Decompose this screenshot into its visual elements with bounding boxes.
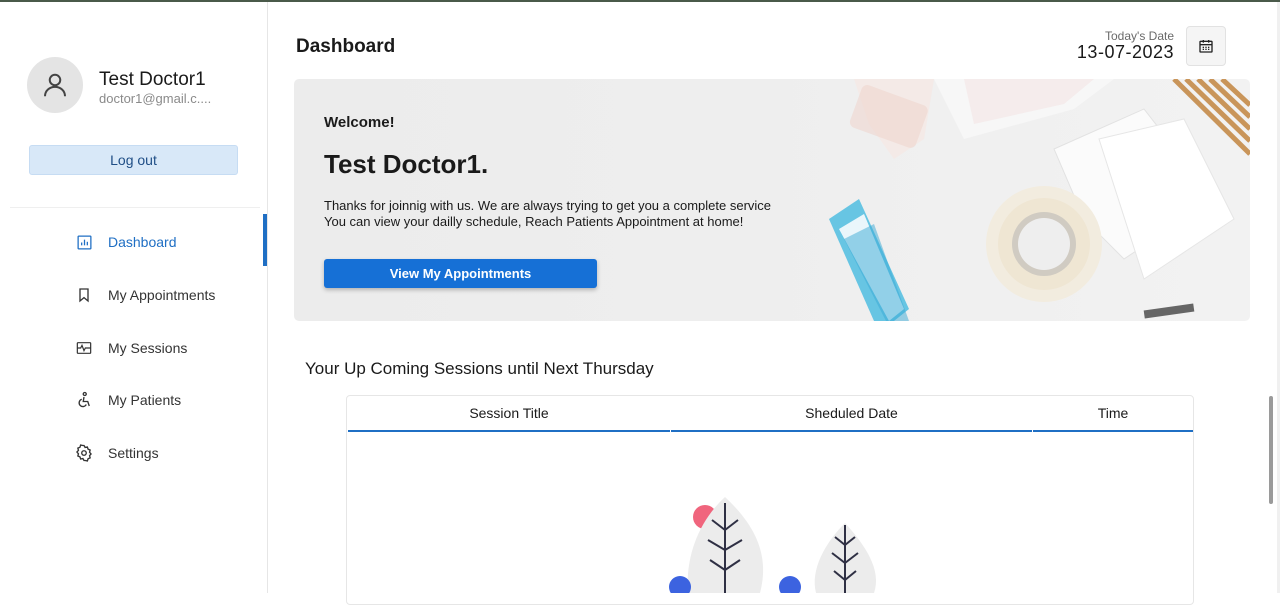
banner-message-line1: Thanks for joinnig with us. We are alway…: [324, 198, 772, 213]
column-header-scheduled-date[interactable]: Sheduled Date: [671, 396, 1032, 432]
upcoming-sessions-title: Your Up Coming Sessions until Next Thurs…: [305, 359, 654, 378]
avatar[interactable]: [27, 57, 83, 113]
sidebar-item-sessions[interactable]: My Sessions: [74, 336, 187, 360]
banner-doctor-name: Test Doctor1.: [324, 149, 489, 179]
sidebar-item-label: My Appointments: [108, 287, 216, 303]
profile-email: doctor1@gmail.c....: [99, 91, 212, 106]
accessible-icon: [74, 390, 94, 410]
banner-message-line2: You can view your dailly schedule, Reach…: [324, 214, 744, 229]
sidebar-item-label: My Sessions: [108, 340, 188, 356]
sidebar-divider: [10, 207, 260, 208]
medical-supplies-image: [829, 79, 1250, 321]
welcome-label: Welcome!: [324, 114, 395, 131]
logout-button[interactable]: Log out: [29, 145, 238, 175]
bookmark-icon: [74, 285, 94, 305]
user-icon: [44, 73, 66, 97]
sidebar: Test Doctor1 doctor1@gmail.c.... Log out…: [0, 2, 268, 593]
sidebar-item-label: Settings: [108, 445, 159, 461]
active-indicator: [263, 214, 267, 266]
date-label: Today's Date: [1105, 29, 1174, 43]
date-value: 13-07-2023: [1076, 42, 1174, 62]
calendar-button[interactable]: [1186, 26, 1226, 66]
sidebar-item-label: My Patients: [108, 392, 182, 408]
sidebar-item-label: Dashboard: [108, 234, 177, 250]
calendar-icon: [1199, 40, 1213, 53]
page-title: Dashboard: [296, 36, 396, 57]
empty-state-illustration: [669, 497, 877, 593]
scrollbar-thumb[interactable]: [1269, 396, 1273, 504]
gear-icon: [74, 443, 94, 463]
profile-name: Test Doctor1: [99, 69, 206, 90]
sidebar-item-dashboard[interactable]: Dashboard: [74, 230, 177, 254]
chart-icon: [74, 232, 94, 252]
view-appointments-button[interactable]: View My Appointments: [324, 259, 597, 288]
column-header-time[interactable]: Time: [1033, 396, 1193, 432]
sidebar-item-patients[interactable]: My Patients: [74, 388, 181, 412]
welcome-banner: Welcome! Test Doctor1. Thanks for joinni…: [294, 79, 1250, 321]
sidebar-item-appointments[interactable]: My Appointments: [74, 283, 215, 307]
sidebar-item-settings[interactable]: Settings: [74, 441, 159, 465]
column-header-session-title[interactable]: Session Title: [348, 396, 670, 432]
sessions-icon: [74, 338, 94, 358]
